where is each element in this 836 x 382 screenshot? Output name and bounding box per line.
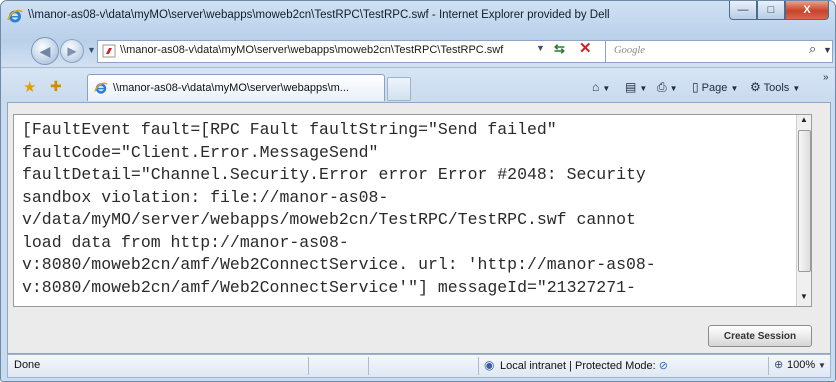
scroll-down-icon[interactable]: ▼ bbox=[797, 292, 811, 306]
tab-active[interactable]: \\manor-as08-v\data\myMO\server\webapps\… bbox=[87, 74, 385, 101]
feeds-dropdown-icon: ▼ bbox=[639, 84, 648, 93]
feeds-icon: ▤ bbox=[625, 80, 637, 94]
window-controls: — □ X bbox=[729, 1, 829, 21]
title-bar: \\manor-as08-v\data\myMO\server\webapps\… bbox=[1, 1, 835, 31]
zoom-level[interactable]: 100% bbox=[787, 359, 815, 371]
print-dropdown-icon: ▼ bbox=[669, 84, 678, 93]
search-placeholder: Google bbox=[614, 45, 645, 56]
page-menu-button[interactable]: ▯ Page ▼ bbox=[692, 80, 738, 94]
search-input[interactable]: Google bbox=[605, 40, 833, 63]
security-zone-text[interactable]: Local intranet | Protected Mode: ⊘ bbox=[500, 359, 668, 372]
window-title: \\manor-as08-v\data\myMO\server\webapps\… bbox=[28, 9, 610, 21]
vertical-scrollbar[interactable]: ▲ ▼ bbox=[796, 115, 811, 306]
status-separator bbox=[478, 357, 479, 375]
favorites-star-icon[interactable]: ★ bbox=[23, 78, 36, 96]
page-menu-label: Page bbox=[701, 82, 728, 94]
browser-window: \\manor-as08-v\data\myMO\server\webapps\… bbox=[0, 0, 836, 382]
address-dropdown-icon[interactable]: ▼ bbox=[536, 43, 545, 53]
status-separator bbox=[308, 357, 309, 375]
back-button[interactable]: ◀ bbox=[31, 37, 59, 65]
zoom-dropdown-icon[interactable]: ▼ bbox=[818, 361, 826, 370]
tab-label: \\manor-as08-v\data\myMO\server\webapps\… bbox=[113, 82, 349, 94]
security-zone-label: Local intranet | Protected Mode: bbox=[500, 360, 659, 372]
fault-message-textarea[interactable]: [FaultEvent fault=[RPC Fault faultString… bbox=[13, 114, 812, 307]
internet-explorer-icon bbox=[94, 82, 108, 94]
stop-icon[interactable]: ✕ bbox=[579, 39, 592, 57]
intranet-zone-icon: ◉ bbox=[484, 358, 495, 372]
scroll-thumb[interactable] bbox=[798, 130, 811, 272]
scroll-up-icon[interactable]: ▲ bbox=[797, 115, 811, 129]
fault-message-text: [FaultEvent fault=[RPC Fault faultString… bbox=[22, 120, 656, 297]
gear-icon: ⚙ bbox=[750, 80, 761, 94]
address-text: \\manor-as08-v\data\myMO\server\webapps\… bbox=[120, 44, 504, 56]
create-session-button[interactable]: Create Session bbox=[708, 325, 812, 347]
page-icon: ▯ bbox=[692, 80, 699, 94]
status-text: Done bbox=[14, 359, 41, 371]
feeds-button[interactable]: ▤ ▼ bbox=[625, 80, 647, 94]
close-button[interactable]: X bbox=[785, 1, 829, 20]
page-dropdown-icon: ▼ bbox=[730, 84, 739, 93]
status-separator bbox=[368, 357, 369, 375]
search-icon[interactable]: ⌕ bbox=[809, 41, 816, 57]
zoom-icon[interactable]: ⊕ bbox=[774, 358, 783, 371]
tools-menu-button[interactable]: ⚙ Tools ▼ bbox=[750, 80, 800, 94]
recent-pages-dropdown-icon[interactable]: ▼ bbox=[87, 45, 96, 55]
status-bar: Done ◉ Local intranet | Protected Mode: … bbox=[7, 354, 831, 378]
home-dropdown-icon: ▼ bbox=[602, 84, 611, 93]
address-bar[interactable]: \\manor-as08-v\data\myMO\server\webapps\… bbox=[97, 40, 608, 63]
page-content: [FaultEvent fault=[RPC Fault faultString… bbox=[7, 102, 831, 354]
more-commands-icon[interactable]: » bbox=[823, 72, 829, 83]
print-button[interactable]: ⎙ ▼ bbox=[657, 80, 678, 95]
maximize-button[interactable]: □ bbox=[757, 1, 785, 20]
minimize-button[interactable]: — bbox=[729, 1, 757, 20]
tools-menu-label: Tools bbox=[763, 82, 790, 94]
protected-mode-icon: ⊘ bbox=[658, 360, 668, 372]
add-to-favorites-icon[interactable]: ✚ bbox=[50, 78, 62, 95]
print-icon: ⎙ bbox=[657, 80, 667, 94]
internet-explorer-icon bbox=[7, 9, 23, 23]
forward-button[interactable]: ▶ bbox=[60, 39, 84, 63]
search-dropdown-icon[interactable]: ▼ bbox=[823, 45, 832, 55]
tools-dropdown-icon: ▼ bbox=[792, 84, 801, 93]
new-tab-button[interactable] bbox=[387, 77, 411, 101]
refresh-icon[interactable]: ⇆ bbox=[554, 41, 565, 57]
home-icon: ⌂ bbox=[592, 80, 600, 94]
flash-file-icon bbox=[102, 44, 116, 58]
status-separator bbox=[768, 357, 769, 375]
home-button[interactable]: ⌂ ▼ bbox=[592, 80, 610, 94]
